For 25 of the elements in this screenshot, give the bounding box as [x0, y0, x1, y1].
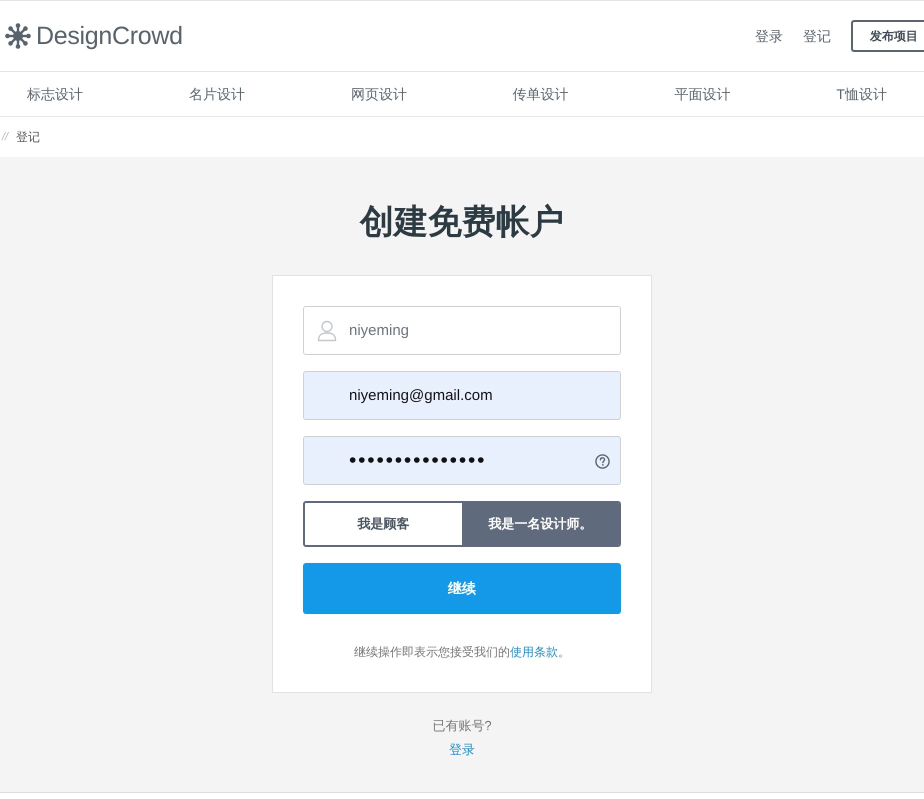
username-field[interactable]: niyeming — [303, 306, 621, 355]
terms-text: 继续操作即表示您接受我们的使用条款。 — [353, 644, 571, 660]
sunburst-logo-icon — [5, 23, 31, 49]
person-icon — [317, 320, 337, 342]
breadcrumb-current: 登记 — [16, 128, 40, 146]
password-field[interactable]: ••••••••••••••• — [303, 436, 621, 485]
header-link[interactable]: 登录 — [755, 26, 783, 46]
have-account-text: 已有账号? — [432, 717, 492, 735]
breadcrumb-separator: // — [2, 131, 8, 143]
role-option[interactable]: 我是一名设计师。 — [462, 503, 619, 545]
nav-link[interactable]: 传单设计 — [512, 84, 569, 104]
email-field[interactable]: niyeming@gmail.com — [303, 371, 621, 420]
post-project-button[interactable]: 发布项目 — [851, 20, 924, 52]
logo-wordmark[interactable]: DesignCrowd — [36, 21, 183, 51]
nav-link[interactable]: 标志设计 — [27, 84, 83, 104]
continue-button[interactable]: 继续 — [303, 563, 621, 614]
help-icon[interactable] — [595, 454, 610, 469]
header-link[interactable]: 登记 — [803, 26, 831, 46]
nav-link[interactable]: T恤设计 — [836, 84, 887, 104]
nav-link[interactable]: 名片设计 — [188, 84, 245, 104]
login-link[interactable]: 登录 — [449, 741, 475, 759]
terms-link[interactable]: 使用条款 — [510, 645, 558, 659]
nav-link[interactable]: 网页设计 — [350, 84, 407, 104]
nav-link[interactable]: 平面设计 — [674, 84, 730, 104]
page-title: 创建免费帐户 — [360, 202, 564, 243]
